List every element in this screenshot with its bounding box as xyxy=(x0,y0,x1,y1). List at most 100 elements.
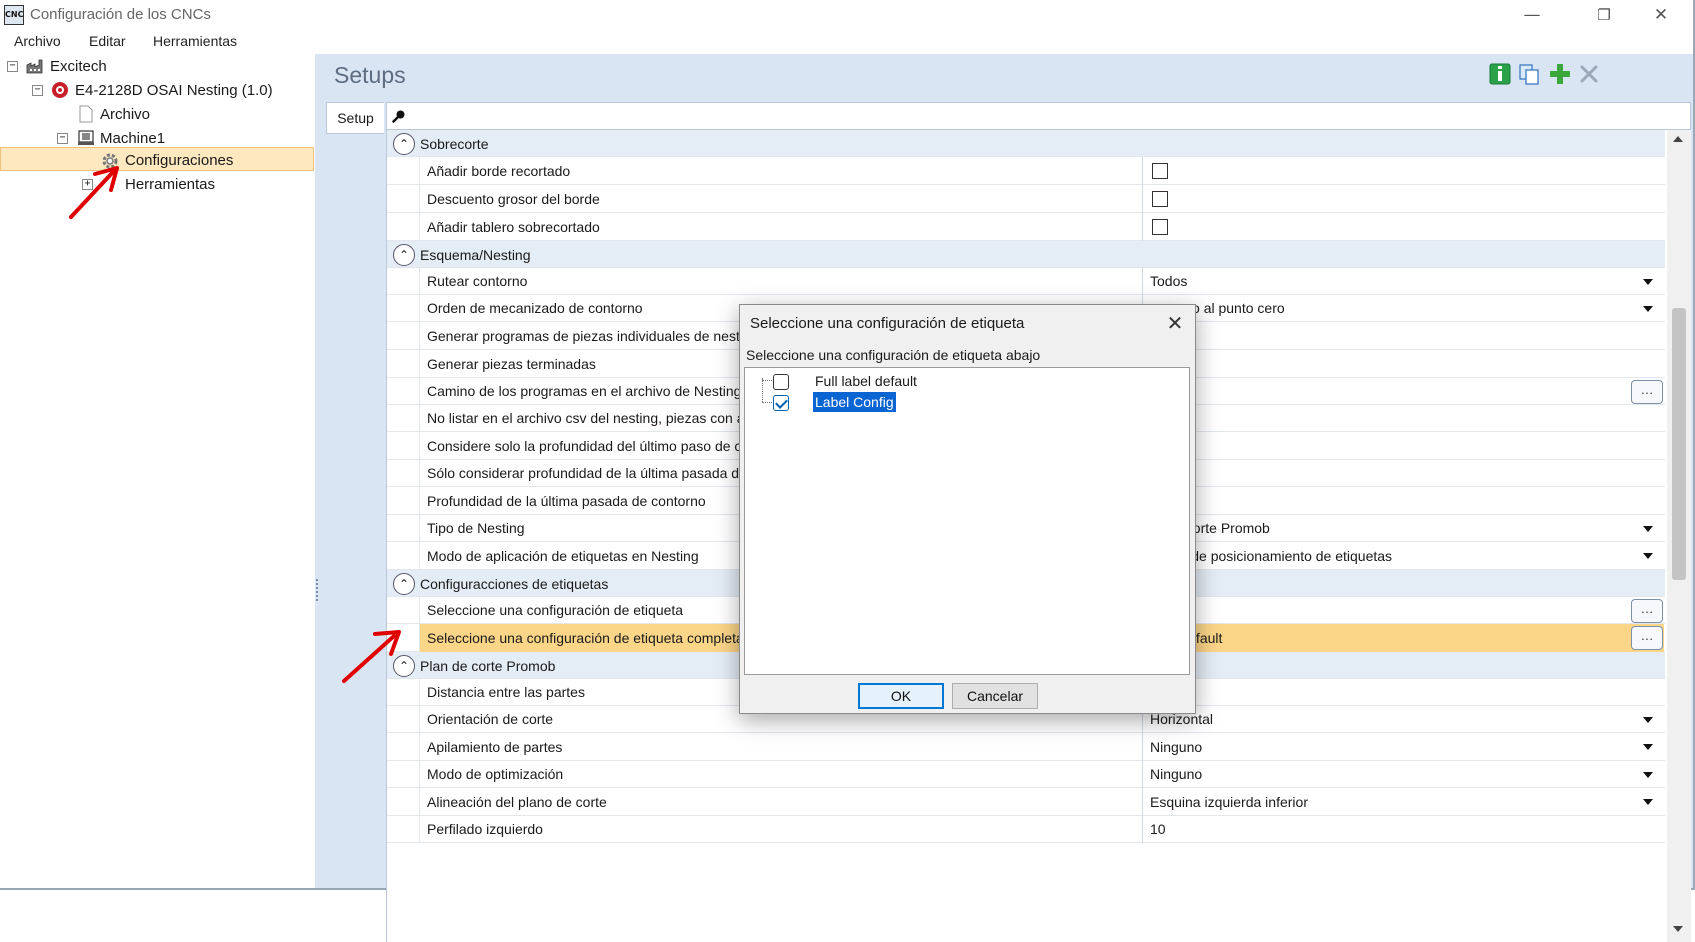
tree-node-machine[interactable]: E4-2128D OSAI Nesting (1.0) xyxy=(75,80,273,102)
property-value[interactable] xyxy=(1144,378,1664,405)
copy-icon[interactable] xyxy=(1518,63,1540,85)
list-item[interactable]: Full label default xyxy=(745,370,1185,392)
menu-bar: Archivo Editar Herramientas xyxy=(0,30,1693,54)
property-value[interactable] xyxy=(1144,350,1664,378)
collapse-icon[interactable]: − xyxy=(57,133,68,144)
vertical-scrollbar[interactable] xyxy=(1667,130,1691,942)
property-value[interactable]: cercano al punto cero xyxy=(1144,295,1664,322)
property-name[interactable]: Rutear contorno xyxy=(419,268,1143,295)
scroll-up-icon[interactable] xyxy=(1673,136,1683,142)
property-name[interactable]: Descuento grosor del borde xyxy=(419,185,1143,213)
property-row[interactable]: Descuento grosor del borde xyxy=(387,185,1665,213)
category-row[interactable]: ⌃ Sobrecorte xyxy=(387,130,1665,157)
scrollbar-thumb[interactable] xyxy=(1672,308,1686,580)
property-value[interactable] xyxy=(1144,487,1664,515)
property-value[interactable] xyxy=(1144,460,1664,487)
ellipsis-button[interactable]: … xyxy=(1631,598,1663,623)
search-input[interactable] xyxy=(386,102,1691,130)
property-value[interactable]: or de corte Promob xyxy=(1144,515,1664,542)
collapse-category-icon[interactable]: ⌃ xyxy=(393,243,415,266)
collapse-category-icon[interactable]: ⌃ xyxy=(393,132,415,155)
menu-editar[interactable]: Editar xyxy=(89,33,126,49)
ellipsis-button[interactable]: … xyxy=(1631,379,1663,404)
category-label: Plan de corte Promob xyxy=(420,657,556,674)
scroll-down-icon[interactable] xyxy=(1673,926,1683,932)
close-button[interactable]: ✕ xyxy=(1638,0,1684,30)
dropdown-arrow-icon[interactable] xyxy=(1643,799,1653,805)
property-row[interactable]: Apilamiento de partes Ninguno xyxy=(387,733,1665,761)
property-name[interactable]: Apilamiento de partes xyxy=(419,733,1143,761)
property-value[interactable]: abel default xyxy=(1144,624,1664,652)
property-value[interactable] xyxy=(1144,405,1664,432)
tab-setup[interactable]: Setup xyxy=(326,102,384,134)
dropdown-arrow-icon[interactable] xyxy=(1643,771,1653,778)
dropdown-arrow-icon[interactable] xyxy=(1643,744,1653,750)
item-label-selected[interactable]: Label Config xyxy=(813,392,896,412)
property-name[interactable]: Alineación del plano de corte xyxy=(419,788,1143,816)
dropdown-arrow-icon[interactable] xyxy=(1643,553,1653,559)
property-value[interactable]: Esquina izquierda inferior xyxy=(1144,788,1664,816)
menu-archivo[interactable]: Archivo xyxy=(14,33,61,49)
property-value[interactable]: 0 xyxy=(1144,432,1664,460)
property-row[interactable]: Modo de optimización Ninguno xyxy=(387,761,1665,788)
property-checkbox[interactable] xyxy=(1152,191,1168,207)
info-icon[interactable] xyxy=(1489,63,1511,85)
collapse-icon[interactable]: − xyxy=(32,85,43,96)
dropdown-arrow-icon[interactable] xyxy=(1643,525,1653,532)
collapse-icon[interactable]: − xyxy=(7,61,18,72)
dropdown-arrow-icon[interactable] xyxy=(1643,716,1653,723)
machine-tree: − Excitech − E4-2128D OSAI Nesting (1.0)… xyxy=(0,54,315,888)
tree-node-excitech[interactable]: Excitech xyxy=(50,56,107,78)
property-row[interactable]: Añadir borde recortado xyxy=(387,157,1665,185)
restore-button[interactable]: ❐ xyxy=(1581,0,1627,30)
dropdown-arrow-icon[interactable] xyxy=(1643,305,1653,312)
minimize-button[interactable]: — xyxy=(1509,0,1555,30)
annotation-arrow-icon xyxy=(342,630,401,683)
property-checkbox[interactable] xyxy=(1152,163,1168,179)
property-name[interactable]: Añadir tablero sobrecortado xyxy=(419,213,1143,241)
ok-button[interactable]: OK xyxy=(858,683,944,709)
property-name[interactable]: Añadir borde recortado xyxy=(419,157,1143,185)
property-value[interactable]: rchivo de posicionamiento de etiquetas xyxy=(1144,542,1664,570)
collapse-category-icon[interactable]: ⌃ xyxy=(393,572,415,595)
cancel-button[interactable]: Cancelar xyxy=(952,683,1038,709)
property-row[interactable]: Alineación del plano de corte Esquina izq… xyxy=(387,788,1665,816)
property-row[interactable]: Perfilado izquierdo 10 xyxy=(387,816,1665,843)
tree-node-archivo[interactable]: Archivo xyxy=(100,104,150,126)
main-window: CNC Configuración de los CNCs — ❐ ✕ Arch… xyxy=(0,0,1695,942)
list-item[interactable]: Label Config xyxy=(745,391,1185,413)
item-checkbox-checked[interactable] xyxy=(773,395,789,411)
property-value[interactable]: Todos xyxy=(1144,268,1664,295)
property-value[interactable]: ing xyxy=(1144,597,1664,624)
search-icon xyxy=(392,110,405,123)
property-name[interactable]: Modo de optimización xyxy=(419,761,1143,788)
category-row[interactable]: ⌃ Esquema/Nesting xyxy=(387,241,1665,268)
property-name[interactable]: Perfilado izquierdo xyxy=(419,816,1143,843)
category-label: Configuracciones de etiquetas xyxy=(420,575,609,592)
tree-node-machine1[interactable]: Machine1 xyxy=(100,128,165,150)
property-row[interactable]: Rutear contorno Todos xyxy=(387,268,1665,295)
menu-herramientas[interactable]: Herramientas xyxy=(153,33,237,49)
add-icon[interactable] xyxy=(1549,63,1571,85)
dialog-close-button[interactable]: ✕ xyxy=(1158,309,1192,337)
machine-logo-icon xyxy=(52,82,68,98)
property-value[interactable]: Horizontal xyxy=(1144,706,1664,733)
property-value[interactable]: Ninguno xyxy=(1144,761,1664,788)
dialog-instruction: Seleccione una configuración de etiqueta… xyxy=(746,347,1041,363)
property-row[interactable]: Añadir tablero sobrecortado xyxy=(387,213,1665,241)
ellipsis-button[interactable]: … xyxy=(1631,626,1663,650)
splitter-grip-icon xyxy=(316,579,319,601)
property-value[interactable]: 16 xyxy=(1144,679,1664,706)
label-config-list: Full label default Label Config xyxy=(744,367,1190,675)
tree-node-configuraciones[interactable]: Configuraciones xyxy=(125,150,233,172)
delete-icon[interactable] xyxy=(1578,63,1600,85)
property-value[interactable]: Ninguno xyxy=(1144,733,1664,761)
property-checkbox[interactable] xyxy=(1152,219,1168,235)
window-title: Configuración de los CNCs xyxy=(30,6,211,23)
dropdown-arrow-icon[interactable] xyxy=(1643,278,1653,285)
property-value[interactable] xyxy=(1144,322,1664,350)
tree-node-herramientas[interactable]: Herramientas xyxy=(125,174,215,196)
item-label[interactable]: Full label default xyxy=(813,371,919,391)
property-value[interactable]: 10 xyxy=(1144,816,1664,843)
item-checkbox[interactable] xyxy=(773,374,789,390)
